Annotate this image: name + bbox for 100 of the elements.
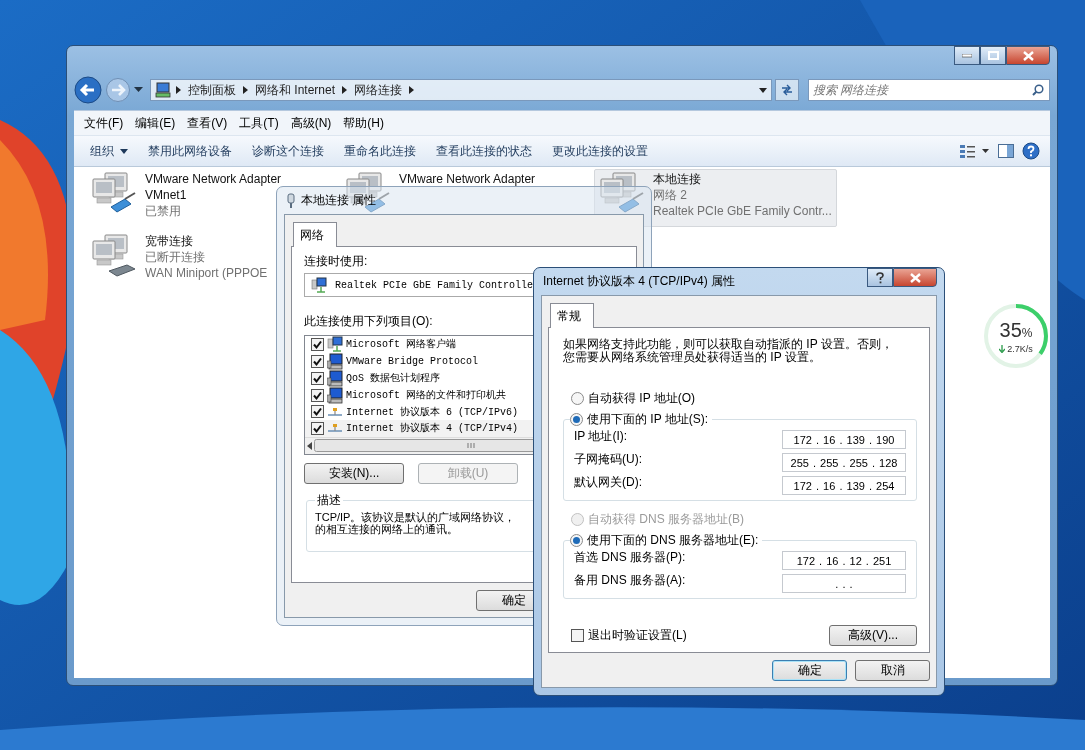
group-title: 描述 xyxy=(316,492,342,509)
ip-address-field[interactable]: 172 . 16 . 12 . 251 xyxy=(782,551,906,570)
menu-item[interactable]: 查看(V) xyxy=(181,112,234,134)
close-button[interactable] xyxy=(893,268,937,287)
connection-detail: 网络 2 xyxy=(653,187,687,203)
ip-address-field[interactable]: 255 . 255 . 255 . 128 xyxy=(782,453,906,472)
connection-name: VMnet1 xyxy=(145,187,187,203)
item-label: QoS 数据包计划程序 xyxy=(346,371,440,385)
network-protocol-icon xyxy=(327,423,343,434)
connection-name: 本地连接 xyxy=(653,171,701,187)
radio-button[interactable]: 自动获得 IP 地址(O) xyxy=(571,390,696,407)
down-arrow-icon xyxy=(999,344,1006,353)
chevron-icon[interactable] xyxy=(342,86,348,94)
usage-ring xyxy=(983,303,1049,369)
dropdown-caret-icon[interactable] xyxy=(759,87,767,93)
view-options-button[interactable] xyxy=(958,142,992,160)
menu-item[interactable]: 工具(T) xyxy=(233,112,285,134)
checkbox[interactable] xyxy=(311,388,324,402)
adapter-name: Realtek PCIe GbE Family Controlle xyxy=(335,279,534,291)
dialog-button[interactable]: 安装(N)... xyxy=(304,463,404,484)
preview-pane-button[interactable] xyxy=(996,142,1016,160)
checkbox[interactable] xyxy=(311,371,324,385)
chevron-icon[interactable] xyxy=(409,86,415,94)
download-speed: 2.7K/s xyxy=(1007,343,1033,354)
network-protocol-icon xyxy=(327,406,343,417)
advanced-button[interactable]: 高级(V)... xyxy=(829,625,917,646)
validate-checkbox[interactable]: 退出时验证设置(L) xyxy=(571,627,687,644)
ip-address-field[interactable]: 172 . 16 . 139 . 254 xyxy=(782,476,906,495)
dialog-title: Internet 协议版本 4 (TCP/IPv4) 属性 xyxy=(543,273,736,290)
usage-percent: 35 xyxy=(999,318,1022,341)
toolbar-button[interactable]: 查看此连接的状态 xyxy=(428,138,540,164)
menu-item[interactable]: 帮助(H) xyxy=(337,112,390,134)
intro-text: 如果网络支持此功能，则可以获取自动指派的 IP 设置。否则，您需要从网络系统管理员处获得适当的 IP 设置。 xyxy=(563,338,894,364)
radio-button[interactable]: 使用下面的 DNS 服务器地址(E): xyxy=(570,532,759,549)
field-label: IP 地址(I): xyxy=(574,428,628,445)
menu-item[interactable]: 文件(F) xyxy=(78,112,130,134)
checkbox[interactable] xyxy=(311,421,324,435)
toolbar-button[interactable]: 更改此连接的设置 xyxy=(544,138,656,164)
item-label: Internet 协议版本 4 (TCP/IPv4) xyxy=(346,421,519,436)
breadcrumb-item[interactable]: 网络和 Internet xyxy=(253,81,338,99)
connection-detail: WAN Miniport (PPPOE xyxy=(145,265,268,281)
dialog-button[interactable]: 取消 xyxy=(855,660,930,681)
checkbox[interactable] xyxy=(311,354,324,368)
refresh-button[interactable] xyxy=(775,79,799,101)
dialog-title: 本地连接 属性 xyxy=(301,192,377,209)
connection-name: VMware Network Adapter xyxy=(145,171,282,187)
menu-item[interactable]: 编辑(E) xyxy=(129,112,182,134)
connection-name: VMware Network Adapter xyxy=(399,171,536,187)
item-label: Internet 协议版本 6 (TCP/IPv6) xyxy=(346,405,519,419)
toolbar-button[interactable]: 重命名此连接 xyxy=(336,138,424,164)
back-button[interactable] xyxy=(74,76,102,104)
caret-icon xyxy=(120,148,128,154)
minimize-icon xyxy=(962,53,972,58)
field-label: 备用 DNS 服务器(A): xyxy=(574,572,686,589)
item-label: VMware Bridge Protocol xyxy=(346,355,479,367)
tab[interactable]: 网络 xyxy=(293,222,337,247)
chevron-icon[interactable] xyxy=(243,86,248,94)
network-client-icon xyxy=(327,336,343,353)
connection-detail: Realtek PCIe GbE Family Contr... xyxy=(653,203,832,219)
checkbox[interactable] xyxy=(571,629,584,642)
close-icon xyxy=(1022,50,1034,61)
field-label: 首选 DNS 服务器(P): xyxy=(574,549,686,566)
toolbar-button[interactable]: 诊断这个连接 xyxy=(244,138,332,164)
ip-address-field[interactable]: 172 . 16 . 139 . 190 xyxy=(782,430,906,449)
breadcrumb-item[interactable]: 网络连接 xyxy=(352,81,405,99)
help-button[interactable] xyxy=(867,268,893,287)
toolbar-button[interactable]: 禁用此网络设备 xyxy=(140,138,240,164)
question-mark-icon xyxy=(875,271,885,284)
minimize-button[interactable] xyxy=(954,46,980,65)
close-icon xyxy=(909,272,921,283)
history-button[interactable] xyxy=(134,87,143,93)
field-label: 子网掩码(U): xyxy=(574,451,642,468)
dialog-button[interactable]: 确定 xyxy=(772,660,847,681)
connection-detail: 已禁用 xyxy=(145,203,181,219)
breadcrumb-item[interactable]: 控制面板 xyxy=(186,81,238,99)
maximize-button[interactable] xyxy=(980,46,1006,65)
connection-name: 宽带连接 xyxy=(145,233,193,249)
items-label: 此连接使用下列项目(O): xyxy=(304,313,433,330)
checkbox[interactable] xyxy=(311,337,324,351)
caret-icon xyxy=(134,87,143,93)
search-field[interactable]: 搜索 网络连接 xyxy=(808,79,1050,101)
close-button[interactable] xyxy=(1006,46,1050,65)
connection-tile[interactable]: VMware Network Adapter VMnet1 已禁用 xyxy=(86,169,287,227)
search-icon[interactable] xyxy=(1032,84,1044,96)
checkbox[interactable] xyxy=(311,405,324,419)
tab[interactable]: 常规 xyxy=(550,303,594,328)
description-text: TCP/IP。该协议是默认的广域网络协议，的相互连接的网络上的通讯。 xyxy=(315,511,517,535)
connection-tile[interactable]: 宽带连接 已断开连接 WAN Miniport (PPPOE xyxy=(86,231,273,289)
address-bar[interactable]: 控制面板 网络和 Internet 网络连接 xyxy=(150,79,772,101)
field-label: 默认网关(D): xyxy=(574,474,642,491)
toolbar-button[interactable]: 组织 xyxy=(82,138,136,164)
item-label: Microsoft 网络的文件和打印机共 xyxy=(346,388,506,402)
ip-address-field[interactable]: . . . xyxy=(782,574,906,593)
chevron-icon[interactable] xyxy=(176,86,181,94)
maximize-icon xyxy=(987,51,999,60)
menu-item[interactable]: 高级(N) xyxy=(284,112,338,134)
computer-icon xyxy=(327,352,343,370)
percent-unit: % xyxy=(1021,325,1033,342)
connection-tile[interactable]: 本地连接 网络 2 Realtek PCIe GbE Family Contr... xyxy=(594,169,837,227)
help-button[interactable] xyxy=(1020,140,1042,162)
